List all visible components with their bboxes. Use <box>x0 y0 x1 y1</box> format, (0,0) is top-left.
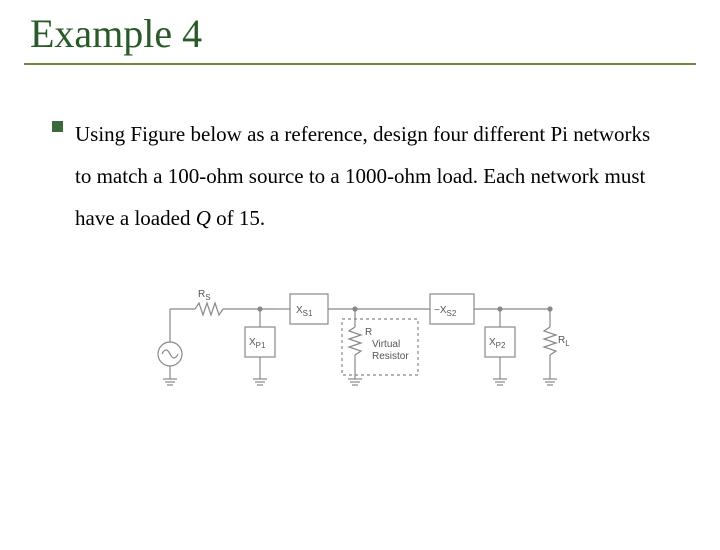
label-xs2: −X <box>434 305 447 316</box>
bullet-text: Using Figure below as a reference, desig… <box>75 113 668 239</box>
var-q: Q <box>196 206 211 230</box>
title-rule: Example 4 <box>24 10 696 65</box>
label-virtual: Virtual <box>372 339 400 350</box>
label-xs2-sub: S2 <box>447 309 457 318</box>
slide-title: Example 4 <box>24 10 696 57</box>
circuit-diagram: RS XP1 XS1 R <box>140 269 580 409</box>
label-rs: R <box>198 289 205 300</box>
label-xs1-sub: S1 <box>303 309 313 318</box>
label-rl-sub: L <box>565 339 570 348</box>
svg-text:RS: RS <box>198 289 211 302</box>
slide: Example 4 Using Figure below as a refere… <box>0 10 720 550</box>
svg-text:RL: RL <box>558 335 570 348</box>
label-rl: R <box>558 335 565 346</box>
label-xp2-sub: P2 <box>496 341 506 350</box>
label-resistor: Resistor <box>372 351 409 362</box>
bullet-square-icon <box>52 121 63 132</box>
label-xp1-sub: P1 <box>256 341 266 350</box>
label-r: R <box>365 327 372 338</box>
bullet-item: Using Figure below as a reference, desig… <box>52 113 668 239</box>
slide-body: Using Figure below as a reference, desig… <box>0 65 720 409</box>
label-rs-sub: S <box>205 293 210 302</box>
